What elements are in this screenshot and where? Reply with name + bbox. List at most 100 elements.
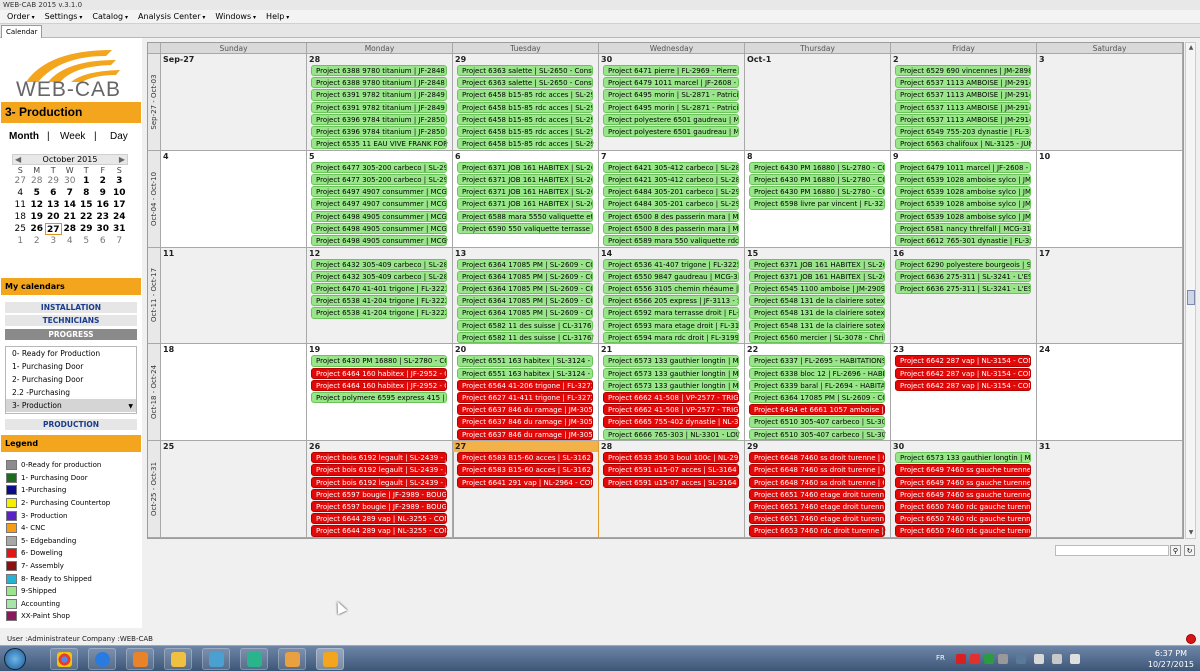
mini-calendar-day[interactable]: 14 bbox=[62, 199, 79, 211]
calendar-event[interactable]: Project 6337 | FL-2695 - HABITATIONS bbox=[749, 355, 885, 367]
calendar-event[interactable]: Project bois 6192 legault | SL-2439 - Ju… bbox=[311, 452, 447, 464]
calendar-event[interactable]: Project 6498 4905 consummer | MCG-27 bbox=[311, 210, 447, 222]
tray-volume-icon[interactable] bbox=[1052, 654, 1062, 664]
day-cell[interactable]: 23 Project 6642 287 vap | NL-3154 - CONST… bbox=[891, 344, 1037, 442]
calendar-event[interactable]: Project 6551 163 habitex | SL-3124 - CO bbox=[457, 355, 593, 367]
day-cell[interactable]: 11 bbox=[161, 247, 307, 345]
calendar-event[interactable]: Project 6371 JOB 161 HABITEX | SL-26 bbox=[457, 173, 593, 186]
week-label[interactable]: Oct-04 - Oct-10 bbox=[148, 150, 161, 248]
calendar-event[interactable]: Project 6550 9847 gaudreau | MCG-307 bbox=[603, 270, 739, 282]
calendar-event[interactable]: Project 6539 1028 amboise sylco | JM-29 bbox=[895, 173, 1031, 186]
calendar-event[interactable]: Project 6364 17085 PM | SL-2609 - CON bbox=[457, 282, 593, 295]
menu-analysis-center[interactable]: Analysis Center bbox=[133, 12, 210, 21]
taskbar-media-icon[interactable] bbox=[126, 648, 154, 670]
more-events-icon[interactable]: ▽ bbox=[1027, 528, 1032, 535]
day-cell[interactable]: 26 Project bois 6192 legault | SL-2439 - … bbox=[307, 441, 453, 538]
tray-app-icon[interactable] bbox=[1016, 654, 1026, 664]
day-cell[interactable]: 4 bbox=[161, 150, 307, 248]
mini-calendar-day[interactable]: 10 bbox=[111, 187, 128, 199]
calendar-event[interactable]: Project 6464 160 habitex | JF-2952 - CO bbox=[311, 367, 447, 379]
calendar-event[interactable]: Project 6458 b15-85 rdc acces | SL-2942 bbox=[457, 89, 593, 101]
mini-calendar-day[interactable]: 15 bbox=[78, 199, 95, 211]
calendar-event[interactable]: Project 6650 7460 rdc gauche turenne | bbox=[895, 525, 1031, 537]
tray-network-icon[interactable] bbox=[1034, 654, 1044, 664]
calendar-event[interactable]: Project 6651 7460 etage droit turenne | … bbox=[749, 500, 885, 513]
mini-calendar-day[interactable]: 21 bbox=[62, 211, 79, 223]
more-events-icon[interactable]: ▽ bbox=[443, 238, 448, 245]
mini-calendar-day[interactable]: 25 bbox=[12, 223, 29, 235]
day-cell[interactable]: 14 Project 6536 41-407 trigone | FL-3225 … bbox=[599, 247, 745, 345]
calendar-event[interactable]: Project 6556 3105 chemin rhéaume | SL-3 bbox=[603, 282, 739, 295]
mini-calendar-day[interactable]: 22 bbox=[78, 211, 95, 223]
more-events-icon[interactable]: ▽ bbox=[589, 141, 594, 148]
calendar-event[interactable]: Project bois 6192 legault | SL-2439 - Ju… bbox=[311, 464, 447, 476]
day-cell[interactable]: 9 Project 6479 1011 marcel | JF-2608 - LA… bbox=[891, 150, 1037, 248]
tray-app-icon[interactable] bbox=[998, 654, 1008, 664]
mini-calendar-day[interactable]: 7 bbox=[62, 187, 79, 199]
menu-catalog[interactable]: Catalog bbox=[87, 12, 133, 21]
calendar-event[interactable]: Project 6648 7460 ss droit turenne | CL-… bbox=[749, 452, 885, 464]
calendar-event[interactable]: Project 6598 livre par vincent | FL-3220… bbox=[749, 198, 885, 210]
calendar-event[interactable]: Project 6539 1028 amboise sylco | JM-29 bbox=[895, 210, 1031, 222]
calendar-event[interactable]: Project 6539 1028 amboise sylco | JM-29 bbox=[895, 186, 1031, 198]
calendar-event[interactable]: Project 6649 7460 ss gauche turenne | C bbox=[895, 464, 1031, 476]
calendar-event[interactable]: Project 6495 morin | SL-2871 - Patricia bbox=[603, 101, 739, 113]
calendar-event[interactable]: Project 6593 mara etage droit | FL-3198 bbox=[603, 319, 739, 331]
calendar-event[interactable]: Project 6627 41-411 trigone | FL-3272 - … bbox=[457, 391, 593, 404]
calendar-event[interactable]: Project 6644 289 vap | NL-3255 - CONST bbox=[311, 525, 447, 537]
day-cell[interactable]: 28 Project 6388 9780 titanium | JF-2848 -… bbox=[307, 54, 453, 151]
calendar-event[interactable]: Project 6582 11 des suisse | CL-3176 - 9 bbox=[457, 331, 593, 343]
day-cell[interactable]: 30 Project 6573 133 gauthier longtin | MC… bbox=[891, 441, 1037, 538]
calendar-event[interactable]: Project 6537 1113 AMBOISE | JM-2914 - bbox=[895, 113, 1031, 125]
calendar-group-progress[interactable]: PROGRESS bbox=[5, 329, 137, 340]
day-cell[interactable]: 6 Project 6371 JOB 161 HABITEX | SL-26 Pro… bbox=[453, 150, 599, 248]
calendar-event[interactable]: Project 6533 350 3 boul 100c | NL-2929 - bbox=[603, 452, 739, 464]
calendar-event[interactable]: Project 6338 bloc 12 | FL-2696 - HABITA bbox=[749, 367, 885, 379]
calendar-event[interactable]: Project 6538 41-204 trigone | FL-3222 - … bbox=[311, 295, 447, 307]
day-cell[interactable]: 7 Project 6421 305-412 carbeco | SL-2869 P… bbox=[599, 150, 745, 248]
calendar-event[interactable]: Project 6573 133 gauthier longtin | MCG- bbox=[603, 355, 739, 367]
mini-calendar-day[interactable]: 30 bbox=[62, 175, 79, 187]
calendar-event[interactable]: Project 6430 PM 16880 | SL-2780 - CON bbox=[749, 161, 885, 173]
calendar-event[interactable]: Project 6371 JOB 161 HABITEX | SL-26 bbox=[457, 161, 593, 173]
month-view-button[interactable]: Month bbox=[9, 131, 39, 142]
calendar-event[interactable]: Project 6339 baral | FL-2694 - HABITATI bbox=[749, 379, 885, 391]
calendar-event[interactable]: Project 6432 305-409 carbeco | SL-2878 bbox=[311, 258, 447, 270]
mini-calendar-day[interactable]: 3 bbox=[45, 235, 62, 247]
mini-calendar-day[interactable]: 28 bbox=[62, 223, 79, 235]
more-events-icon[interactable]: ▽ bbox=[735, 431, 740, 438]
mini-calendar-day[interactable]: 30 bbox=[95, 223, 112, 235]
calendar-event[interactable]: Project 6597 bougie | JF-2989 - BOUGIE bbox=[311, 488, 447, 500]
tray-app-icon[interactable] bbox=[984, 654, 994, 664]
calendar-event[interactable]: Project 6591 u15-07 acces | SL-3164 - A bbox=[603, 464, 739, 476]
calendar-event[interactable]: Project 6364 17085 PM | SL-2609 - CON bbox=[749, 391, 885, 404]
search-input[interactable] bbox=[1055, 545, 1169, 556]
calendar-event[interactable]: Project 6497 4907 consummer | MCG-27 bbox=[311, 198, 447, 210]
tray-app-icon[interactable] bbox=[956, 654, 966, 664]
calendar-event[interactable]: Project 6592 mara terrasse droit | FL-31… bbox=[603, 307, 739, 319]
more-events-icon[interactable]: ▽ bbox=[881, 431, 886, 438]
mini-calendar-day[interactable]: 5 bbox=[78, 235, 95, 247]
refresh-icon[interactable]: ↻ bbox=[1184, 545, 1195, 556]
calendar-event[interactable]: Project 6494 et 6661 1057 amboise | JM- bbox=[749, 404, 885, 416]
mini-calendar-day[interactable]: 13 bbox=[45, 199, 62, 211]
calendar-event[interactable]: Project 6637 846 du ramage | JM-3050 - bbox=[457, 416, 593, 428]
day-cell[interactable]: 18 bbox=[161, 344, 307, 442]
day-cell[interactable]: 29 Project 6648 7460 ss droit turenne | C… bbox=[745, 441, 891, 538]
calendar-event[interactable]: Project 6537 1113 AMBOISE | JM-2914 - bbox=[895, 101, 1031, 113]
calendar-event[interactable]: Project 6573 133 gauthier longtin | MCG- bbox=[603, 379, 739, 391]
calendar-event[interactable]: Project 6581 nancy threlfall | MCG-3155 … bbox=[895, 222, 1031, 234]
calendar-event[interactable]: Project 6590 550 valiquette terrasse gau… bbox=[457, 222, 593, 234]
language-indicator[interactable]: FR bbox=[936, 654, 945, 662]
calendar-event[interactable]: Project 6582 11 des suisse | CL-3176 - 9 bbox=[457, 319, 593, 331]
day-cell[interactable]: 20 Project 6551 163 habitex | SL-3124 - C… bbox=[453, 344, 599, 442]
calendar-event[interactable]: Project 6573 133 gauthier longtin | MCG- bbox=[895, 452, 1031, 464]
calendar-event[interactable]: Project 6589 mara 550 valiquette rdc ga bbox=[603, 234, 739, 247]
mini-calendar-day[interactable]: 20 bbox=[45, 211, 62, 223]
mini-calendar-day[interactable]: 2 bbox=[29, 235, 46, 247]
calendar-event[interactable]: Project 6573 133 gauthier longtin | MCG- bbox=[603, 367, 739, 379]
calendar-event[interactable]: Project 6597 bougie | JF-2989 - BOUGIE bbox=[311, 500, 447, 513]
calendar-event[interactable]: Project 6371 JOB 161 HABITEX | SL-26 bbox=[749, 258, 885, 270]
calendar-event[interactable]: Project 6371 JOB 161 HABITEX | SL-26 bbox=[457, 186, 593, 198]
mini-calendar-day[interactable]: 5 bbox=[29, 187, 46, 199]
